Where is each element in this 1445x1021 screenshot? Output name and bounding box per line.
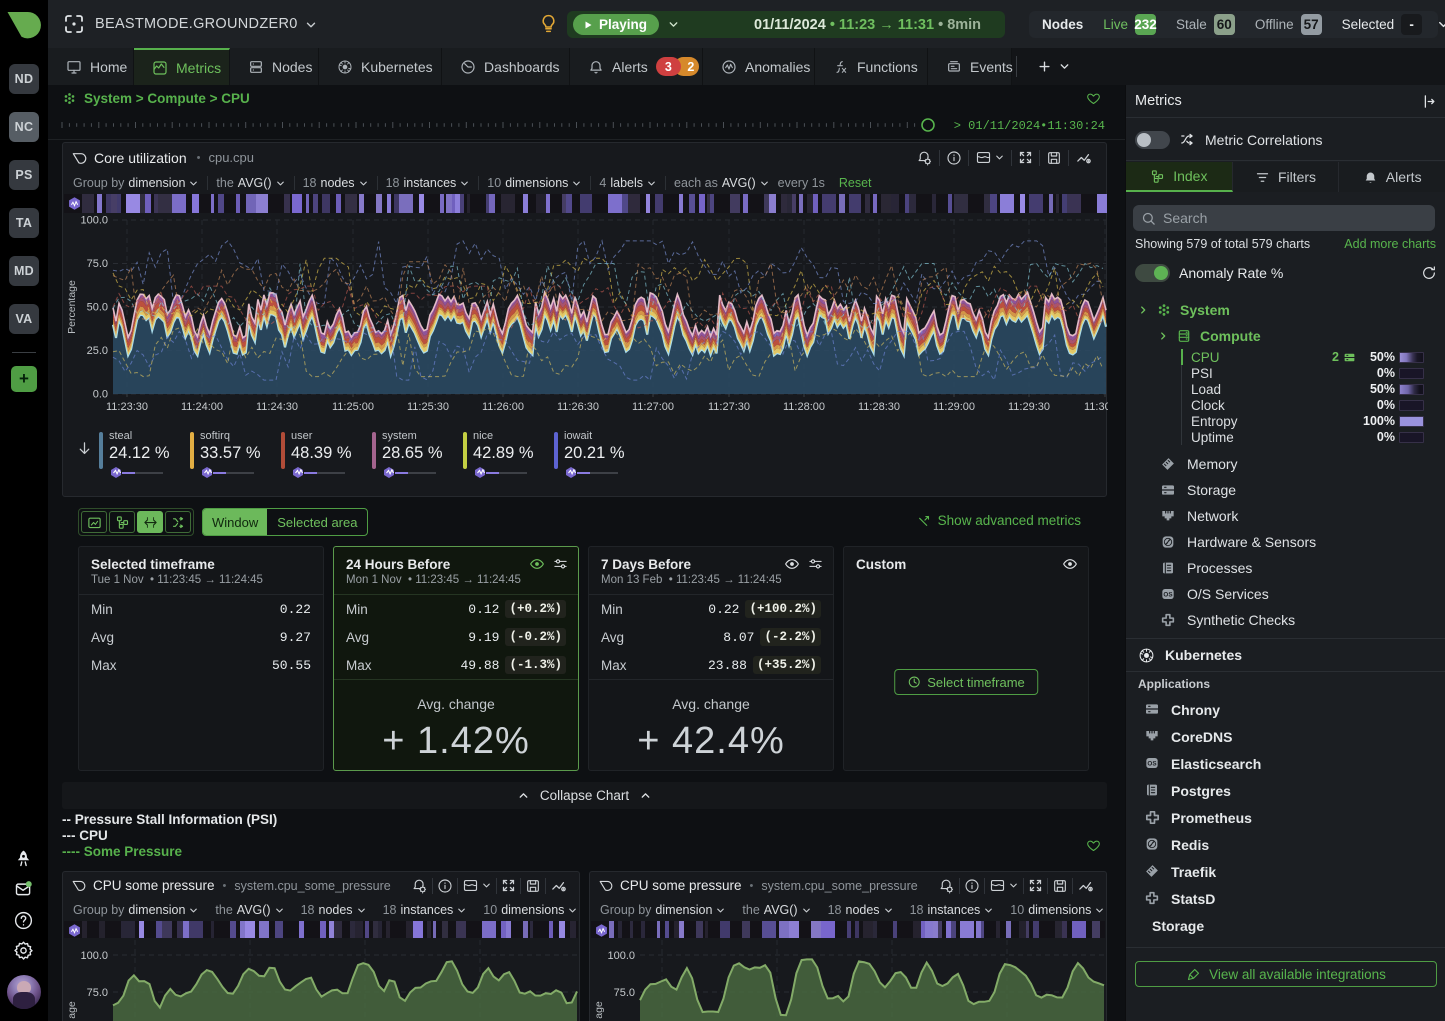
svg-text:OS: OS	[1163, 591, 1172, 598]
svg-text:11:29:00: 11:29:00	[933, 401, 975, 413]
svg-text:11:30:00: 11:30:00	[1084, 401, 1108, 413]
svg-text:11:26:30: 11:26:30	[557, 401, 599, 413]
svg-text:25.0: 25.0	[87, 345, 108, 357]
svg-text:Percentage: Percentage	[66, 280, 78, 334]
svg-text:11:27:30: 11:27:30	[708, 401, 750, 413]
svg-text:OS: OS	[1147, 760, 1156, 767]
svg-text:11:24:00: 11:24:00	[181, 401, 223, 413]
svg-text:11:23:30: 11:23:30	[106, 401, 148, 413]
svg-text:100.0: 100.0	[80, 215, 108, 227]
svg-text:11:26:00: 11:26:00	[482, 401, 524, 413]
svg-text:0.0: 0.0	[93, 389, 108, 401]
svg-text:11:29:30: 11:29:30	[1008, 401, 1050, 413]
svg-text:100.0: 100.0	[607, 950, 635, 962]
svg-text:11:25:30: 11:25:30	[407, 401, 449, 413]
svg-text:age: age	[593, 1001, 605, 1019]
svg-text:75.0: 75.0	[87, 258, 108, 270]
svg-text:75.0: 75.0	[614, 987, 635, 999]
svg-text:11:28:00: 11:28:00	[783, 401, 825, 413]
svg-text:11:25:00: 11:25:00	[332, 401, 374, 413]
svg-text:100.0: 100.0	[80, 950, 108, 962]
svg-text:age: age	[66, 1001, 78, 1019]
svg-text:11:24:30: 11:24:30	[256, 401, 298, 413]
svg-text:11:27:00: 11:27:00	[632, 401, 674, 413]
svg-text:50.0: 50.0	[87, 302, 108, 314]
svg-text:11:28:30: 11:28:30	[858, 401, 900, 413]
svg-text:75.0: 75.0	[87, 987, 108, 999]
